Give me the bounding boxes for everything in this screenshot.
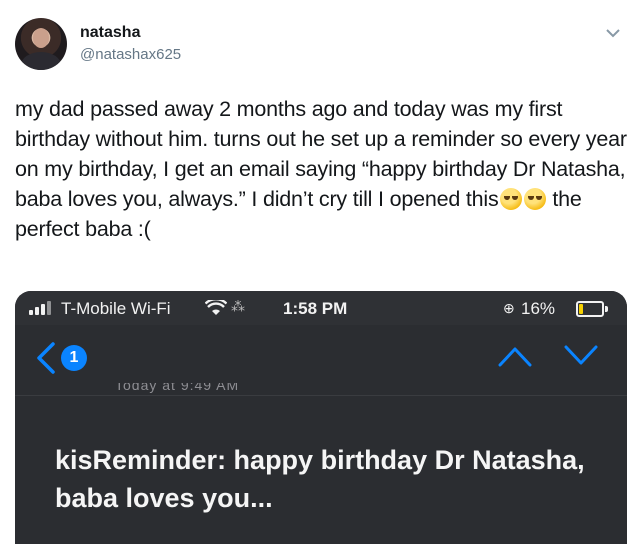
unread-count-badge[interactable]: 1 [61, 345, 87, 371]
battery-icon [576, 301, 608, 317]
avatar-face [33, 28, 49, 48]
status-time: 1:58 PM [283, 299, 348, 318]
back-chevron-icon[interactable] [35, 341, 57, 375]
pleading-face-icon [499, 188, 522, 210]
user-name[interactable]: natasha [80, 24, 140, 42]
activity-spinner-icon: ⁂ [231, 298, 245, 314]
chevron-up-icon[interactable] [497, 343, 533, 369]
status-bar: T-Mobile Wi-Fi ⁂ 1:58 PM ⊕ 16% [15, 291, 627, 325]
divider [15, 395, 627, 396]
tweet-text: my dad passed away 2 months ago and toda… [15, 94, 627, 244]
chevron-down-icon[interactable] [604, 24, 622, 42]
attached-screenshot[interactable]: T-Mobile Wi-Fi ⁂ 1:58 PM ⊕ 16% 1 Today a… [15, 291, 627, 544]
pleading-face-icon [523, 188, 546, 210]
battery-fill [579, 304, 583, 314]
avatar[interactable] [15, 18, 67, 70]
email-date-partial: Today at 9:49 AM [115, 383, 240, 393]
carrier-label: T-Mobile Wi-Fi [61, 299, 171, 318]
email-subject: kisReminder: happy birthday Dr Natasha, … [55, 445, 585, 513]
signal-icon [29, 301, 55, 315]
battery-percent: 16% [521, 299, 556, 318]
rotation-lock-icon: ⊕ [503, 300, 515, 316]
mail-nav-bar: 1 [15, 325, 627, 389]
user-handle[interactable]: @natashax625 [80, 46, 181, 63]
chevron-down-icon[interactable] [563, 343, 599, 369]
tweet-card: natasha @natashax625 my dad passed away … [0, 0, 640, 544]
wifi-icon [205, 300, 227, 315]
avatar-shoulders [21, 52, 61, 70]
